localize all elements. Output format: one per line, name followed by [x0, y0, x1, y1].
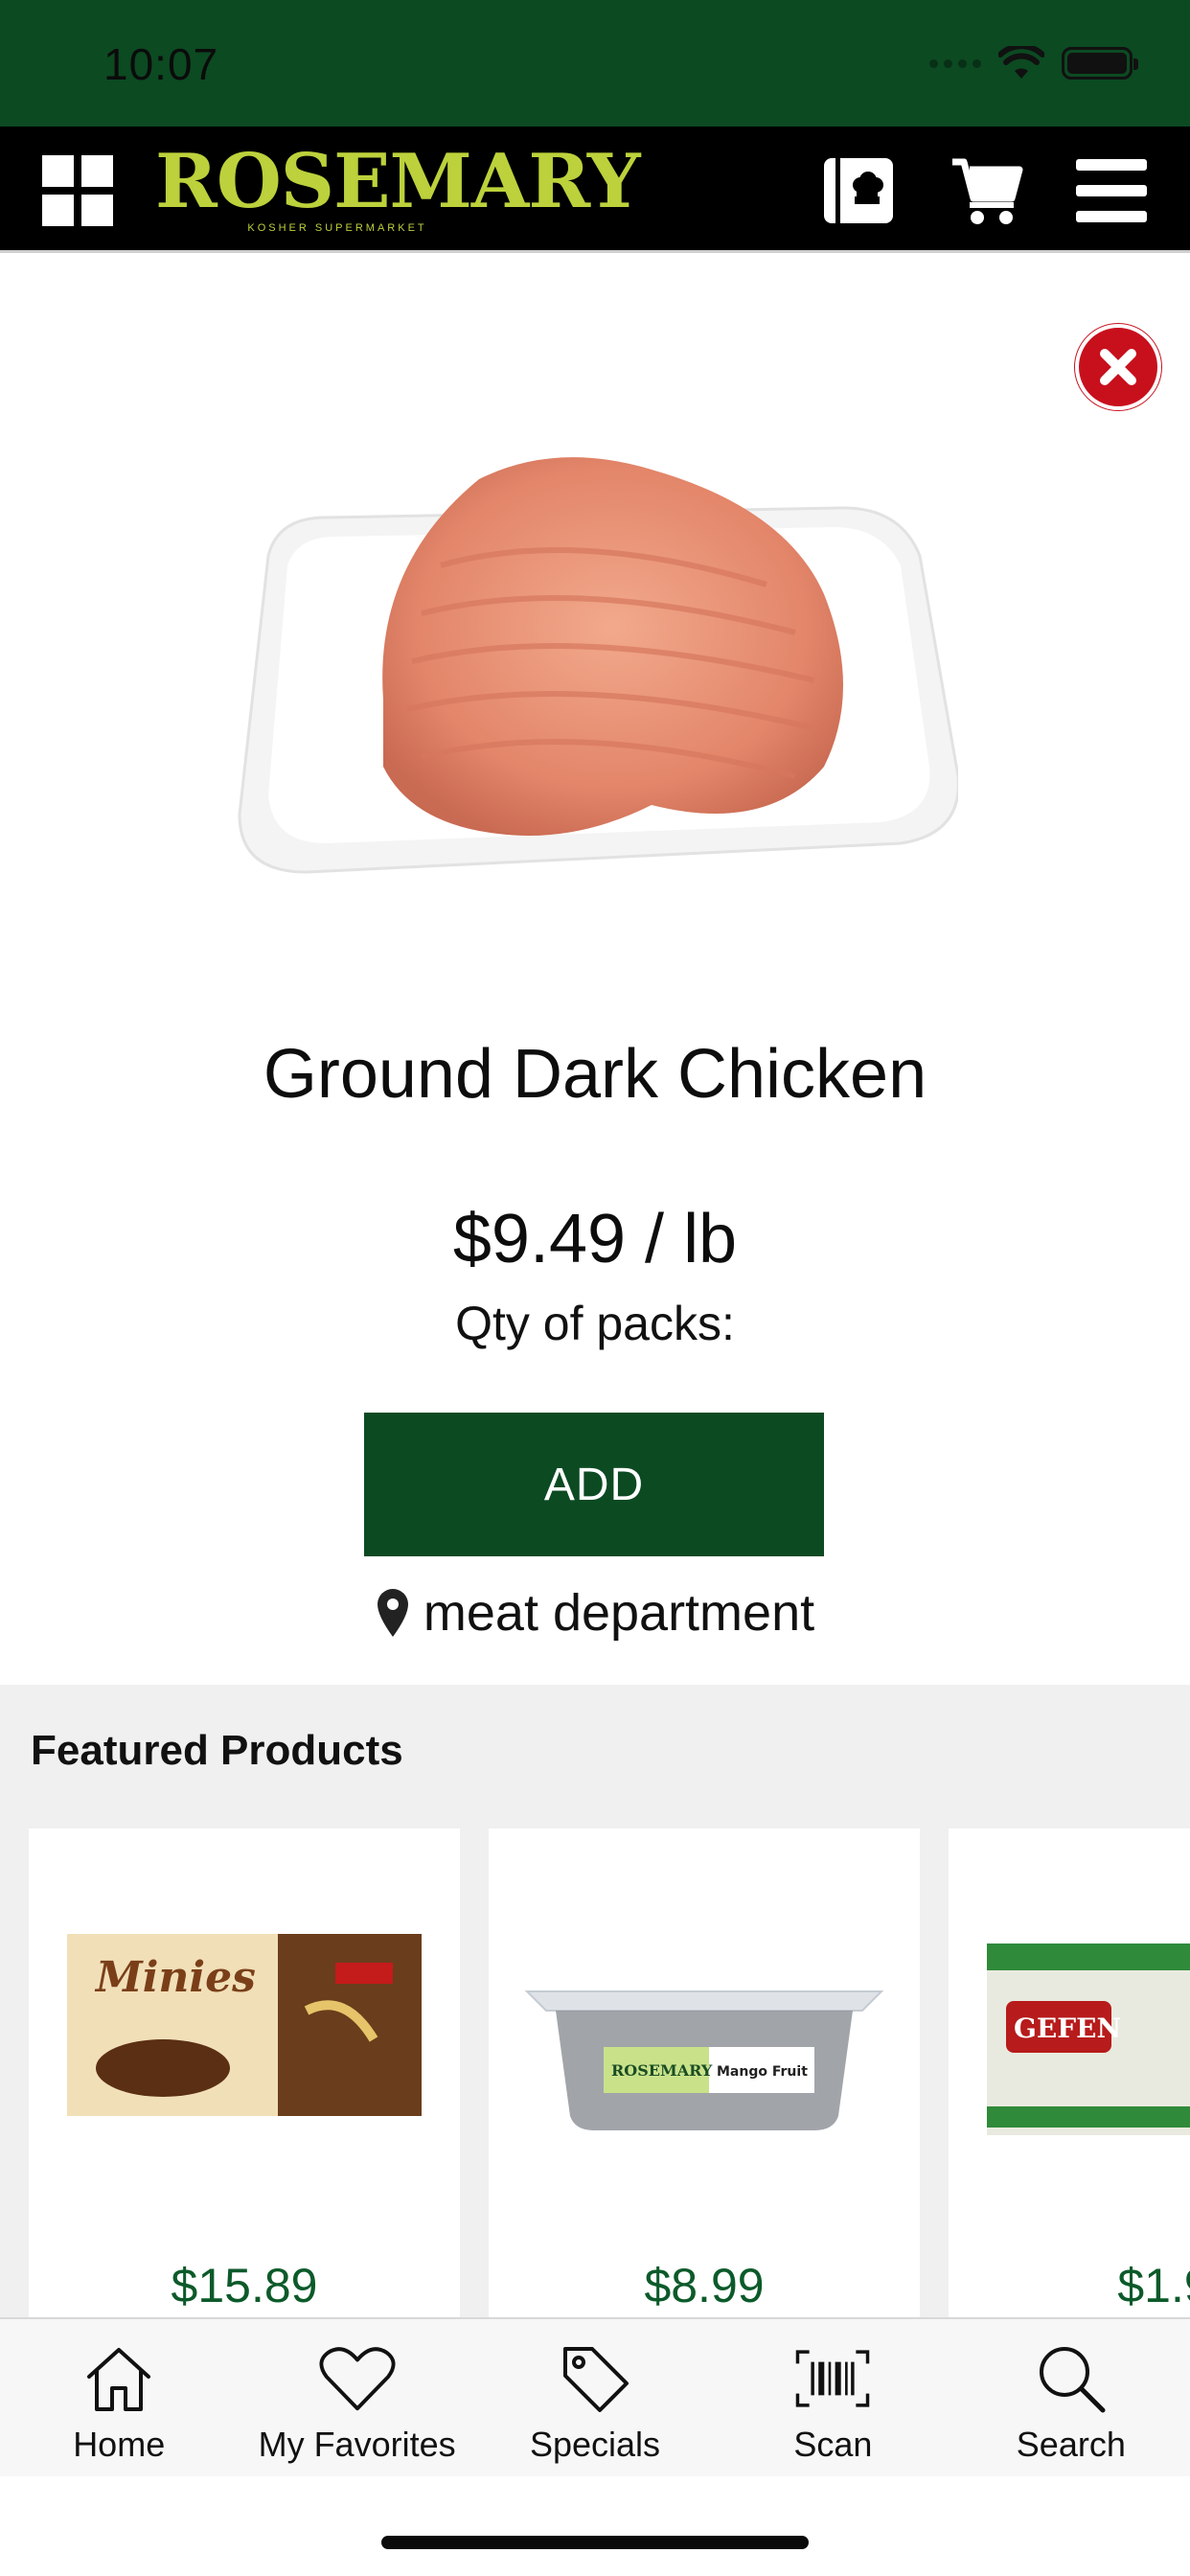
status-icons: [929, 44, 1138, 82]
logo[interactable]: ROSEMARY KOSHER SUPERMARKET: [155, 138, 641, 240]
barcode-scan-icon: [794, 2340, 871, 2417]
product-location: meat department: [0, 1583, 1190, 1643]
status-bar: 10:07: [0, 0, 1190, 126]
tab-bar: Home My Favorites Specials Scan Search: [0, 2317, 1190, 2476]
recipe-book-icon[interactable]: [820, 155, 897, 226]
product-card[interactable]: Minies $15.89: [29, 1828, 460, 2317]
product-name: Ground Dark Chicken: [263, 1036, 927, 1113]
tab-home[interactable]: Home: [0, 2319, 238, 2476]
card-price: $15.89: [171, 2259, 318, 2312]
tab-search[interactable]: Search: [952, 2319, 1190, 2476]
svg-text:Minies: Minies: [94, 1953, 256, 2002]
product-price: $9.49 / lb: [452, 1201, 738, 1277]
tag-icon: [557, 2340, 633, 2417]
home-indicator[interactable]: [381, 2536, 809, 2549]
tab-label: Search: [1016, 2425, 1126, 2464]
tab-scan[interactable]: Scan: [714, 2319, 951, 2476]
battery-icon: [1062, 47, 1138, 80]
app-header: ROSEMARY KOSHER SUPERMARKET: [0, 126, 1190, 253]
product-card[interactable]: GEFEN $1.9: [949, 1828, 1190, 2317]
home-icon: [80, 2340, 157, 2417]
tab-label: Home: [73, 2425, 166, 2464]
product-thumbnail: GEFEN: [987, 1944, 1190, 2135]
cart-icon[interactable]: [949, 155, 1025, 226]
product-thumbnail: Minies: [67, 1934, 422, 2116]
qty-label: Qty of packs:: [455, 1297, 735, 1350]
add-button[interactable]: ADD: [364, 1413, 824, 1556]
map-pin-icon: [377, 1589, 408, 1637]
product-image: [238, 457, 958, 874]
tab-label: Scan: [793, 2425, 873, 2464]
card-price: $8.99: [644, 2259, 765, 2312]
heart-icon: [319, 2340, 396, 2417]
close-button[interactable]: [1075, 324, 1161, 410]
tab-label: My Favorites: [258, 2425, 456, 2464]
status-time: 10:07: [103, 39, 219, 89]
product-card[interactable]: ROSEMARY Mango Fruit $8.99: [489, 1828, 920, 2317]
search-icon: [1033, 2340, 1110, 2417]
close-icon: [1100, 349, 1136, 385]
svg-text:ROSEMARY: ROSEMARY: [611, 2061, 713, 2080]
featured-products: Featured Products Minies $15.89 ROSEMARY…: [0, 1685, 1190, 2317]
svg-text:Mango Fruit: Mango Fruit: [717, 2064, 808, 2080]
logo-text: ROSEMARY: [155, 138, 641, 225]
signal-icon: [929, 58, 981, 68]
product-thumbnail: ROSEMARY Mango Fruit: [524, 1990, 884, 2130]
tab-my-favorites[interactable]: My Favorites: [238, 2319, 475, 2476]
tab-specials[interactable]: Specials: [476, 2319, 714, 2476]
hamburger-menu-icon[interactable]: [1073, 155, 1150, 226]
wifi-icon: [998, 46, 1044, 79]
svg-text:GEFEN: GEFEN: [1014, 2012, 1121, 2044]
featured-title: Featured Products: [31, 1727, 403, 1774]
card-price: $1.9: [1117, 2259, 1190, 2312]
location-label: meat department: [423, 1584, 815, 1642]
grid-icon[interactable]: [42, 155, 113, 226]
tab-label: Specials: [529, 2425, 661, 2464]
